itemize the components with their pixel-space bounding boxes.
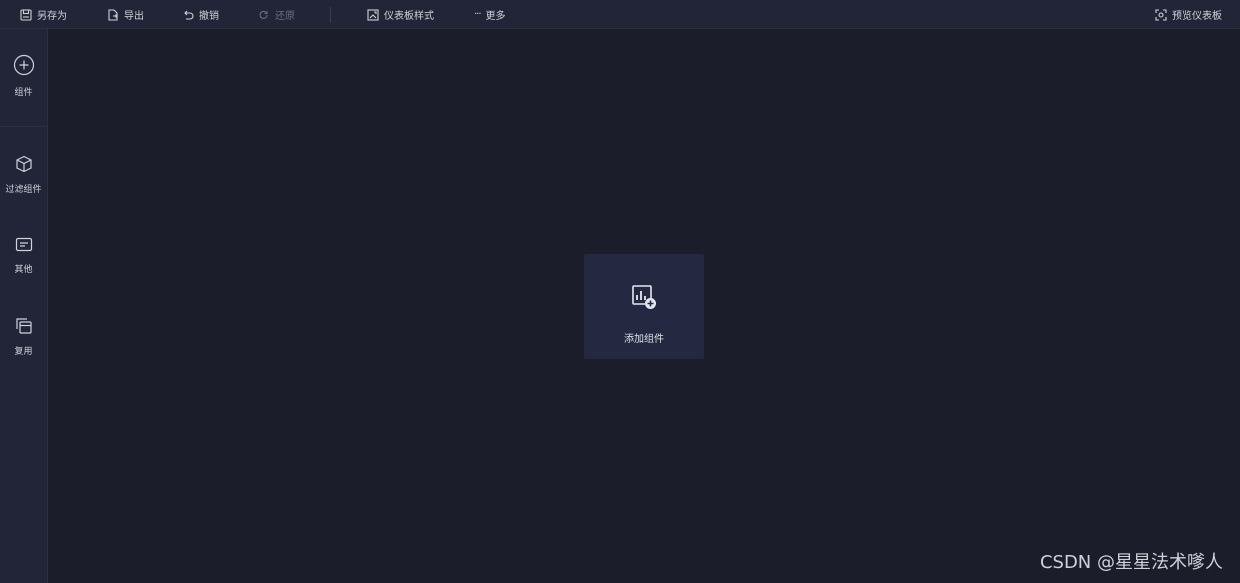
style-icon bbox=[367, 8, 379, 21]
add-component-card[interactable]: 添加组件 bbox=[584, 254, 704, 359]
sidebar-item-label: 组件 bbox=[14, 88, 33, 98]
save-as-label: 另存为 bbox=[37, 11, 67, 22]
copy-layers-icon bbox=[15, 318, 32, 334]
sidebar-item-reuse[interactable]: 复用 bbox=[0, 317, 47, 357]
preview-label: 预览仪表板 bbox=[1172, 11, 1222, 22]
chart-add-icon bbox=[632, 285, 656, 309]
plus-circle-icon bbox=[13, 54, 34, 76]
toolbar-divider bbox=[330, 7, 331, 23]
redo-icon bbox=[259, 10, 268, 19]
more-label: 更多 bbox=[485, 11, 506, 22]
sidebar-item-components[interactable]: 组件 bbox=[0, 54, 47, 98]
redo-button[interactable]: 还原 bbox=[258, 0, 295, 29]
top-toolbar: 另存为 导出 撤销 还原 仪表板样式 ··· 更多 预览仪表板 bbox=[0, 0, 1240, 29]
message-box-icon bbox=[15, 237, 32, 252]
cube-icon bbox=[15, 155, 32, 173]
more-button[interactable]: ··· 更多 bbox=[474, 0, 506, 29]
save-icon bbox=[20, 8, 32, 21]
sidebar-item-other[interactable]: 其他 bbox=[0, 237, 47, 275]
dashboard-style-button[interactable]: 仪表板样式 bbox=[367, 0, 434, 29]
watermark: CSDN @星星法术嗲人 bbox=[1039, 552, 1223, 573]
preview-icon bbox=[1155, 8, 1167, 21]
sidebar-item-label: 其他 bbox=[14, 265, 33, 275]
undo-button[interactable]: 撤销 bbox=[182, 0, 219, 29]
undo-icon bbox=[184, 10, 194, 20]
sidebar-item-filter-components[interactable]: 过滤组件 bbox=[0, 155, 47, 195]
export-button[interactable]: 导出 bbox=[107, 0, 144, 29]
sidebar-item-label: 复用 bbox=[14, 347, 33, 357]
export-icon bbox=[108, 8, 118, 21]
redo-label: 还原 bbox=[275, 11, 295, 22]
left-sidebar: 组件 过滤组件 其他 复用 bbox=[0, 29, 48, 583]
undo-label: 撤销 bbox=[199, 11, 219, 22]
more-icon: ··· bbox=[474, 9, 481, 20]
preview-dashboard-button[interactable]: 预览仪表板 bbox=[1155, 0, 1222, 29]
add-component-label: 添加组件 bbox=[624, 334, 664, 345]
dashboard-style-label: 仪表板样式 bbox=[384, 11, 434, 22]
export-label: 导出 bbox=[124, 11, 144, 22]
sidebar-item-label: 过滤组件 bbox=[5, 185, 42, 195]
save-as-button[interactable]: 另存为 bbox=[20, 0, 67, 29]
sidebar-divider bbox=[0, 126, 47, 127]
